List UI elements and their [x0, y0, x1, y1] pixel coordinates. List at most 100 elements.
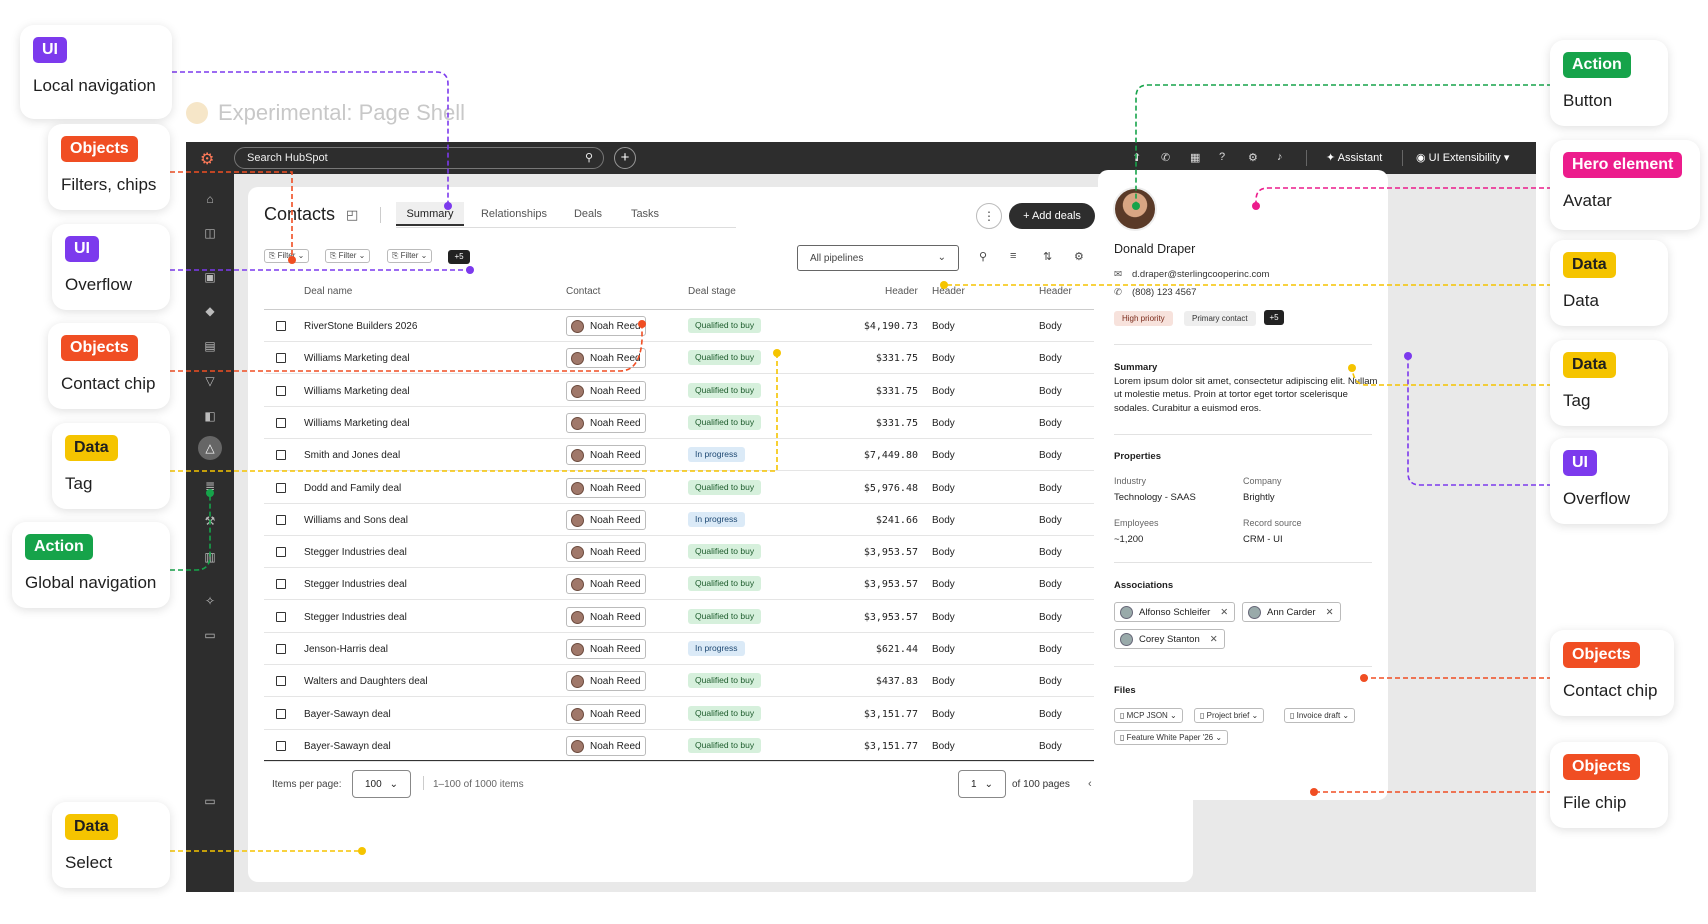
contact-chip[interactable]: Noah Reed: [566, 412, 646, 433]
file-chip[interactable]: ▯ Feature White Paper '26 ⌄: [1114, 730, 1229, 745]
row-checkbox[interactable]: [276, 417, 286, 428]
row-checkbox[interactable]: [276, 644, 286, 654]
create-button[interactable]: +: [614, 147, 636, 169]
contact-chip[interactable]: Noah Reed: [566, 542, 646, 563]
home-icon[interactable]: ⌂: [186, 192, 234, 206]
contact-chip[interactable]: Noah Reed: [566, 316, 646, 336]
account-menu[interactable]: ◉ UI Extensibility ▾: [1416, 151, 1509, 164]
deal-name[interactable]: Walters and Daughters deal: [304, 676, 428, 687]
overflow-menu-button[interactable]: ⋮: [976, 203, 1002, 229]
table-row[interactable]: Williams Marketing deal Noah Reed Qualifie…: [264, 407, 1094, 439]
commerce-icon[interactable]: ▽: [186, 374, 234, 388]
deal-name[interactable]: Williams and Sons deal: [304, 515, 408, 526]
contact-chip[interactable]: Noah Reed: [566, 477, 646, 498]
table-row[interactable]: Williams Marketing deal Noah Reed Qualifie…: [264, 375, 1094, 407]
close-icon[interactable]: ✕: [1326, 607, 1334, 618]
table-row[interactable]: RiverStone Builders 2026 Noah Reed Qualifi…: [264, 310, 1094, 342]
search-input[interactable]: Search HubSpot ⚲: [234, 147, 604, 169]
column-header-deal-name[interactable]: Deal name: [304, 286, 352, 297]
marketplace-icon[interactable]: ▦: [1190, 151, 1200, 164]
assistant-button[interactable]: ✦ Assistant: [1326, 151, 1382, 164]
file-chip[interactable]: ▯ Project brief ⌄: [1194, 708, 1265, 723]
table-settings-icon[interactable]: ⚙: [1074, 250, 1084, 263]
deal-name[interactable]: Stegger Industries deal: [304, 612, 407, 623]
row-checkbox[interactable]: [276, 708, 286, 719]
table-row[interactable]: Williams and Sons deal Noah Reed In progre…: [264, 504, 1094, 536]
deal-name[interactable]: Smith and Jones deal: [304, 450, 400, 461]
table-row[interactable]: Smith and Jones deal Noah Reed In progress…: [264, 439, 1094, 472]
notifications-icon[interactable]: ♪: [1277, 151, 1283, 163]
bookmarks-icon[interactable]: ◫: [186, 226, 234, 240]
phone-icon[interactable]: ✆: [1161, 151, 1170, 164]
column-header[interactable]: Header: [885, 286, 918, 297]
deal-name[interactable]: Williams Marketing deal: [304, 418, 410, 429]
association-chip[interactable]: Alfonso Schleifer ✕: [1114, 602, 1236, 622]
marketing-icon[interactable]: ◆: [186, 304, 234, 318]
deal-name[interactable]: Bayer-Sawayn deal: [304, 741, 391, 752]
table-row[interactable]: Jenson-Harris deal Noah Reed In progress $6…: [264, 633, 1094, 665]
contact-chip[interactable]: Noah Reed: [566, 703, 646, 724]
column-header[interactable]: Header: [1039, 286, 1072, 297]
breeze-icon[interactable]: ✧: [186, 594, 234, 608]
row-checkbox[interactable]: [276, 450, 286, 461]
row-checkbox[interactable]: [276, 514, 286, 525]
row-checkbox[interactable]: [276, 547, 286, 558]
filter-chip[interactable]: ⎘ Filter ⌄: [387, 249, 433, 263]
deal-name[interactable]: Williams Marketing deal: [304, 386, 410, 397]
deal-name[interactable]: Dodd and Family deal: [304, 483, 401, 494]
table-row[interactable]: Stegger Industries deal Noah Reed Qualifie…: [264, 536, 1094, 569]
row-checkbox[interactable]: [276, 321, 286, 331]
column-header-deal-stage[interactable]: Deal stage: [688, 286, 736, 297]
filters-overflow-badge[interactable]: +5: [448, 250, 470, 264]
deal-name[interactable]: Stegger Industries deal: [304, 579, 407, 590]
deal-name[interactable]: RiverStone Builders 2026: [304, 321, 417, 332]
tab-deals[interactable]: Deals: [566, 202, 610, 226]
database-icon[interactable]: ≣: [186, 479, 234, 493]
deal-name[interactable]: Stegger Industries deal: [304, 547, 407, 558]
file-chip[interactable]: ▯ Invoice draft ⌄: [1284, 708, 1356, 723]
sort-icon[interactable]: ⇅: [1043, 250, 1052, 263]
reporting-icon[interactable]: ▥: [186, 550, 234, 564]
contact-chip[interactable]: Noah Reed: [566, 348, 646, 369]
add-deals-button[interactable]: + Add deals: [1009, 203, 1095, 229]
automation-icon[interactable]: ⚒: [186, 514, 234, 528]
table-row[interactable]: Stegger Industries deal Noah Reed Qualifie…: [264, 601, 1094, 633]
bookmark-icon[interactable]: ◰: [346, 207, 358, 223]
table-row[interactable]: Williams Marketing deal Noah Reed Qualifie…: [264, 342, 1094, 375]
contact-chip[interactable]: Noah Reed: [566, 735, 646, 756]
association-chip[interactable]: Ann Carder ✕: [1242, 602, 1341, 622]
column-header-contact[interactable]: Contact: [566, 286, 600, 297]
collapse-nav-icon[interactable]: ▭: [186, 794, 234, 808]
contact-chip[interactable]: Noah Reed: [566, 639, 646, 659]
table-row[interactable]: Bayer-Sawayn deal Noah Reed Qualified to b…: [264, 730, 1094, 762]
contacts-icon[interactable]: ▣: [186, 270, 234, 284]
page-select[interactable]: 1 ⌄: [958, 770, 1006, 798]
row-checkbox[interactable]: [276, 579, 286, 590]
contact-chip[interactable]: Noah Reed: [566, 606, 646, 627]
sales-icon[interactable]: △: [198, 436, 222, 460]
row-checkbox[interactable]: [276, 611, 286, 622]
tab-relationships[interactable]: Relationships: [480, 202, 548, 226]
close-icon[interactable]: ✕: [1220, 607, 1228, 618]
association-chip[interactable]: Corey Stanton ✕: [1114, 629, 1225, 649]
row-checkbox[interactable]: [276, 385, 286, 396]
column-header[interactable]: Header: [932, 286, 965, 297]
service-icon[interactable]: ◧: [186, 409, 234, 423]
upgrade-icon[interactable]: ⬆: [1132, 151, 1141, 164]
table-row[interactable]: Dodd and Family deal Noah Reed Qualified t…: [264, 472, 1094, 504]
row-checkbox[interactable]: [276, 353, 286, 364]
contact-email[interactable]: ✉ d.draper@sterlingcooperinc.com: [1114, 269, 1269, 280]
row-checkbox[interactable]: [276, 676, 286, 687]
table-row[interactable]: Stegger Industries deal Noah Reed Qualifie…: [264, 568, 1094, 601]
table-row[interactable]: Walters and Daughters deal Noah Reed Quali…: [264, 665, 1094, 698]
contact-phone[interactable]: ✆ (808) 123 4567: [1114, 287, 1196, 298]
row-checkbox[interactable]: [276, 740, 286, 751]
filter-chip[interactable]: ⎘ Filter ⌄: [325, 249, 371, 263]
items-per-page-select[interactable]: 100 ⌄: [352, 770, 411, 798]
contact-chip[interactable]: Noah Reed: [566, 509, 646, 530]
file-chip[interactable]: ▯ MCP JSON ⌄: [1114, 708, 1183, 723]
tags-overflow-badge[interactable]: +5: [1264, 310, 1284, 325]
deal-name[interactable]: Bayer-Sawayn deal: [304, 709, 391, 720]
contact-chip[interactable]: Noah Reed: [566, 671, 646, 692]
deal-name[interactable]: Jenson-Harris deal: [304, 644, 388, 655]
